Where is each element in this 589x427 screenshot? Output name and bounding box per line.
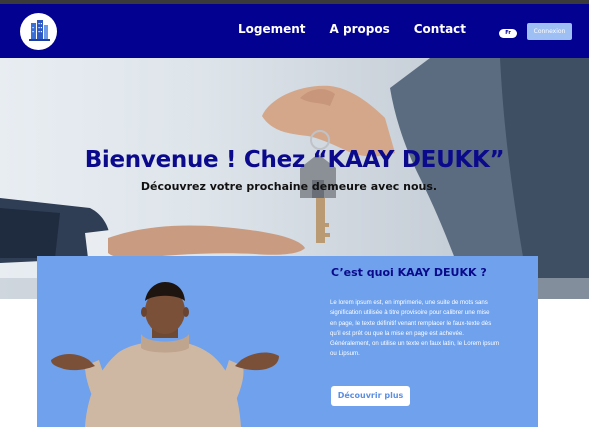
about-line: Généralement, on utilise un texte en fau… [330,340,500,348]
building-logo-icon [29,20,50,41]
about-line: en page, le texte définitif venant rempl… [330,319,492,327]
logo[interactable] [20,13,57,50]
about-section: C’est quoi KAAY DEUKK ? Le lorem ipsum e… [37,256,538,427]
nav-link-contact[interactable]: Contact [414,22,466,36]
main-nav: Logement A propos Contact [238,22,490,36]
about-line: Le lorem ipsum est, en imprimerie, une s… [330,299,488,306]
about-line: ou Lipsum. [330,350,360,358]
navbar: Logement A propos Contact Fr Connexion [0,4,589,58]
language-toggle[interactable]: Fr [499,29,517,38]
hero-title: Bienvenue ! Chez “KAAY DEUKK” [84,147,505,173]
login-button[interactable]: Connexion [527,23,572,40]
about-line: signification utilisée à titre provisoir… [330,309,490,317]
about-title: C’est quoi KAAY DEUKK ? [331,266,487,279]
about-line: qu'il est prêt ou que la mise en page es… [330,329,464,337]
nav-link-logement[interactable]: Logement [238,22,306,36]
nav-link-a-propos[interactable]: A propos [330,22,390,36]
about-description: Le lorem ipsum est, en imprimerie, une s… [330,298,535,360]
shrugging-man-image [51,282,279,427]
discover-more-button[interactable]: Découvrir plus [331,386,410,406]
hero-subtitle: Découvrez votre prochaine demeure avec n… [140,180,438,193]
